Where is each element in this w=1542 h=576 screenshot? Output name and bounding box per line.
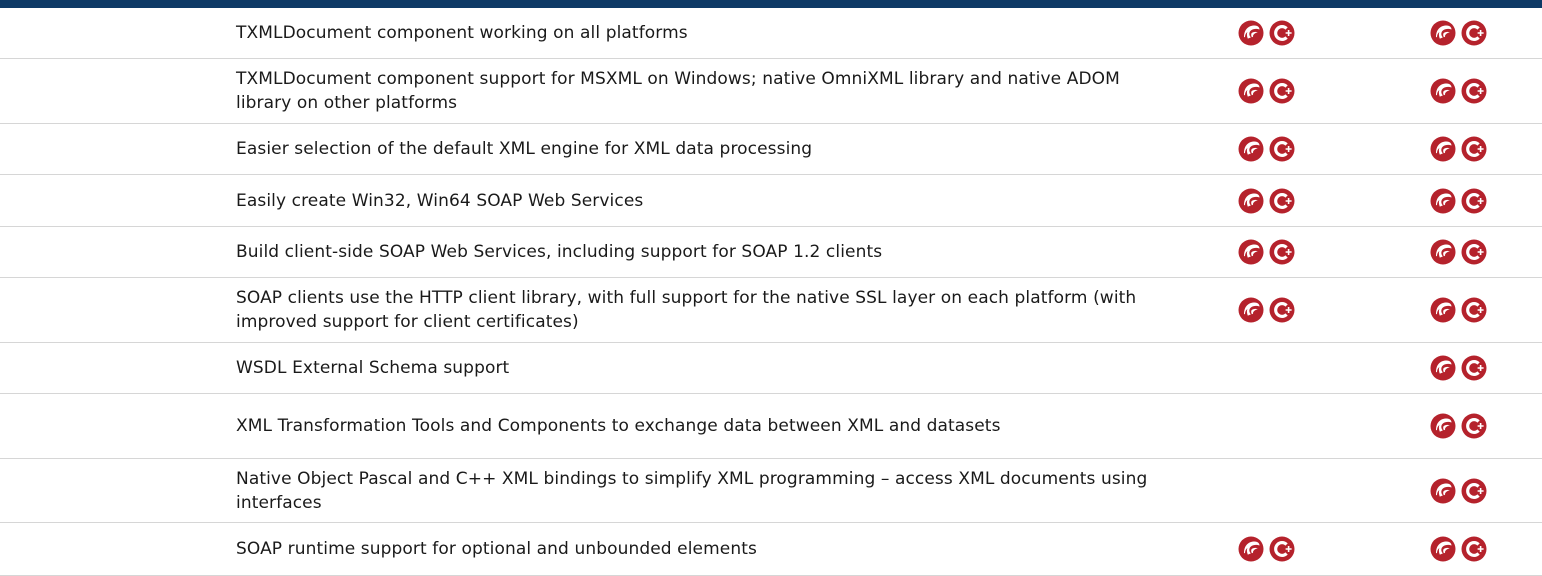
delphi-helmet-icon [1238,297,1264,323]
edition-cell-2 [1430,536,1487,562]
cpp-builder-icon [1461,297,1487,323]
table-row: SOAP runtime support for optional and un… [0,523,1542,576]
feature-text: XML Transformation Tools and Components … [236,416,1001,436]
delphi-helmet-icon [1430,478,1456,503]
feature-text: Native Object Pascal and C++ XML binding… [236,468,1148,513]
cpp-builder-icon [1461,78,1487,104]
feature-text: SOAP clients use the HTTP client library… [236,288,1137,332]
feature-text: TXMLDocument component working on all pl… [236,23,688,43]
table-row: XML Transformation Tools and Components … [0,394,1542,459]
edition-cell-1 [1238,297,1295,323]
cpp-builder-icon [1269,78,1295,104]
cpp-builder-icon [1461,355,1487,381]
delphi-helmet-icon [1430,136,1456,162]
delphi-helmet-icon [1430,78,1456,104]
delphi-helmet-icon [1238,536,1264,562]
cpp-builder-icon [1461,20,1487,46]
table-row: TXMLDocument component support for MSXML… [0,59,1542,124]
cpp-builder-icon [1269,20,1295,46]
delphi-helmet-icon [1430,355,1456,381]
delphi-helmet-icon [1430,536,1456,562]
cpp-builder-icon [1461,188,1487,213]
edition-cell-2 [1430,78,1487,104]
edition-cell-1 [1238,239,1295,265]
table-row: Easily create Win32, Win64 SOAP Web Serv… [0,175,1542,227]
delphi-helmet-icon [1430,239,1456,265]
delphi-helmet-icon [1238,78,1264,104]
edition-cell-2 [1430,413,1487,439]
feature-text: WSDL External Schema support [236,358,510,378]
edition-cell-1 [1238,136,1295,162]
cpp-builder-icon [1269,536,1295,562]
feature-text: SOAP runtime support for optional and un… [236,539,757,559]
cpp-builder-icon [1269,136,1295,162]
feature-text: Easier selection of the default XML engi… [236,139,813,159]
edition-cell-2 [1430,239,1487,265]
header-bar [0,0,1542,8]
edition-cell-1 [1238,536,1295,562]
edition-cell-1 [1238,188,1295,214]
cpp-builder-icon [1269,297,1295,323]
edition-cell-2 [1430,478,1487,504]
cpp-builder-icon [1269,239,1295,265]
feature-table: TXMLDocument component working on all pl… [0,8,1542,576]
edition-cell-2 [1430,297,1487,323]
edition-cell-1 [1238,78,1295,104]
table-row: Easier selection of the default XML engi… [0,124,1542,175]
feature-text: Easily create Win32, Win64 SOAP Web Serv… [236,190,644,211]
edition-cell-2 [1430,355,1487,381]
delphi-helmet-icon [1430,188,1456,213]
cpp-builder-icon [1461,413,1487,439]
table-row: Native Object Pascal and C++ XML binding… [0,459,1542,523]
edition-cell-2 [1430,20,1487,46]
delphi-helmet-icon [1238,20,1264,46]
cpp-builder-icon [1461,136,1487,162]
cpp-builder-icon [1269,188,1295,213]
table-row: Build client-side SOAP Web Services, inc… [0,227,1542,278]
edition-cell-2 [1430,136,1487,162]
delphi-helmet-icon [1430,20,1456,46]
delphi-helmet-icon [1238,136,1264,162]
feature-text: Build client-side SOAP Web Services, inc… [236,242,883,262]
table-row: WSDL External Schema support [0,343,1542,394]
edition-cell-2 [1430,188,1487,214]
delphi-helmet-icon [1238,239,1264,265]
feature-text: TXMLDocument component support for MSXML… [236,69,1120,113]
delphi-helmet-icon [1430,413,1456,439]
table-row: SOAP clients use the HTTP client library… [0,278,1542,343]
cpp-builder-icon [1461,239,1487,265]
edition-cell-1 [1238,20,1295,46]
delphi-helmet-icon [1238,188,1264,213]
delphi-helmet-icon [1430,297,1456,323]
cpp-builder-icon [1461,478,1487,503]
cpp-builder-icon [1461,536,1487,562]
table-row: TXMLDocument component working on all pl… [0,8,1542,59]
